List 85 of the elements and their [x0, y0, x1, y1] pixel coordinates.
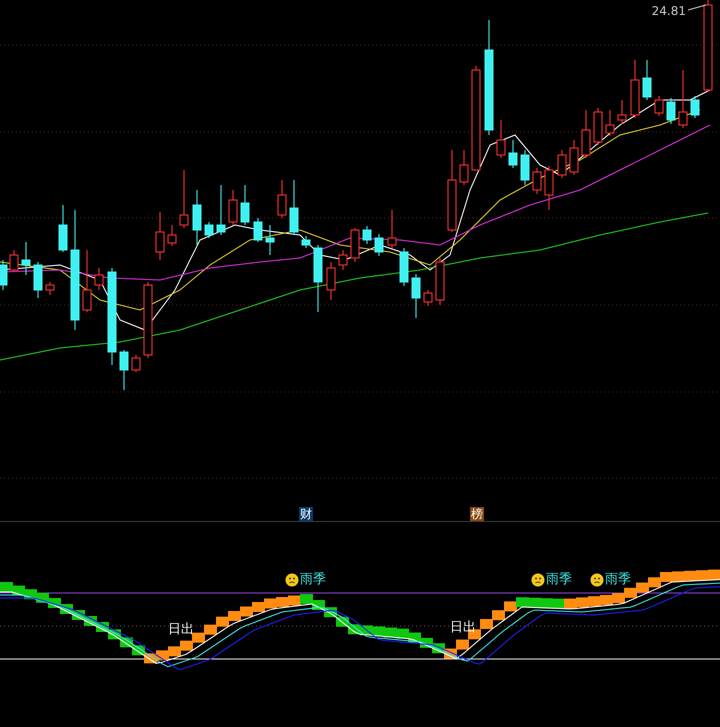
smiley-icon [590, 572, 604, 586]
candlestick [192, 190, 202, 246]
candlestick [496, 120, 506, 158]
indicator-step-bar [612, 593, 625, 604]
candlestick [594, 108, 602, 146]
candlestick [362, 226, 372, 244]
candlestick [436, 258, 444, 306]
price-label: 24.81 [652, 4, 686, 18]
indicator-step-bar [288, 596, 301, 606]
candlestick [654, 96, 664, 116]
indicator-step-bar [180, 640, 193, 651]
indicator-step-bar [216, 616, 229, 627]
indicator-step-bar [228, 611, 241, 621]
candlestick [266, 224, 274, 256]
candlestick [606, 110, 614, 136]
candlestick [22, 242, 30, 276]
signal-label: 雨季 [300, 572, 326, 587]
candlestick [278, 180, 286, 218]
indicator-step-bar [648, 577, 661, 588]
candlestick [34, 262, 42, 298]
indicator-step-bar [204, 624, 217, 635]
signal-marker: 财 [299, 507, 313, 521]
smiley-icon [285, 572, 299, 586]
candlestick [314, 244, 322, 312]
indicator-step-bar [492, 610, 505, 620]
candlestick [400, 248, 408, 286]
candlestick [558, 150, 566, 178]
signal-label: 日出 [450, 620, 476, 635]
candlestick [338, 250, 348, 270]
candlestick [388, 210, 396, 248]
candlestick [58, 204, 68, 252]
candlestick [374, 234, 384, 256]
indicator-step-bar [516, 597, 529, 608]
indicator-step-bar [564, 598, 577, 609]
indicator-step-bar [636, 582, 649, 593]
indicator-step-bar [708, 570, 720, 580]
candlestick [94, 268, 104, 290]
indicator-step-bar [192, 632, 205, 643]
candlestick [156, 212, 164, 260]
candlestick [216, 184, 226, 236]
signal-marker: 榜 [470, 507, 484, 521]
candlestick [582, 110, 590, 158]
candlestick [290, 180, 298, 236]
candlestick [204, 222, 214, 238]
candlestick [630, 60, 640, 118]
candlestick [168, 224, 176, 246]
candlestick [132, 354, 140, 372]
candlestick [350, 228, 360, 262]
candlestick [532, 168, 542, 194]
signal-label: 雨季 [605, 572, 631, 587]
candlestick [326, 262, 336, 300]
candlestick [240, 184, 250, 226]
candlestick [618, 100, 626, 124]
candlestick [0, 260, 8, 290]
signal-label: 雨季 [546, 572, 572, 587]
candlestick [228, 190, 238, 226]
indicator-step-bar [660, 572, 673, 582]
candlestick [642, 60, 652, 100]
indicator-step-bar [480, 619, 493, 629]
candlestick [10, 250, 18, 272]
candlestick [508, 140, 518, 168]
indicator-step-bar [300, 594, 313, 604]
candlestick [424, 290, 432, 306]
candlestick [678, 70, 688, 128]
candlestick [46, 282, 54, 296]
candlestick [544, 166, 554, 210]
candlestick [120, 350, 128, 390]
candlestick [302, 236, 310, 248]
indicator-step-bar [504, 601, 517, 612]
candlestick [82, 250, 92, 312]
signal-label: 日出 [168, 622, 194, 637]
indicator-step-bar [456, 640, 469, 650]
candlestick [460, 150, 468, 186]
indicator-step-bar [168, 646, 181, 656]
candlestick [412, 274, 420, 318]
candlestick [570, 140, 578, 176]
indicator-step-bar [0, 582, 13, 592]
candlestick [520, 150, 530, 186]
candlestick [690, 96, 700, 118]
candlestick [180, 170, 188, 228]
candlestick [666, 98, 676, 124]
smiley-icon [531, 572, 545, 586]
indicator-step-bar [552, 598, 565, 609]
candlestick [254, 218, 262, 242]
indicator-step-bar [624, 588, 637, 598]
